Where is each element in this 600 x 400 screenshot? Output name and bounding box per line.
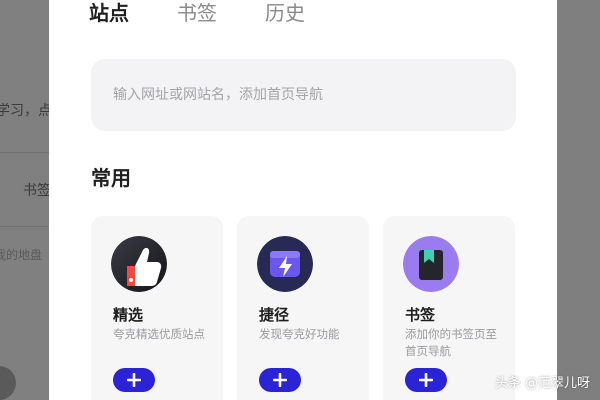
card-description: 夸克精选优质站点 <box>113 327 205 341</box>
plus-icon <box>273 373 287 387</box>
plus-icon <box>419 373 433 387</box>
background-text: 学习，点 <box>0 103 52 119</box>
add-bookmark-button[interactable] <box>405 368 447 392</box>
add-navigation-sheet: 站点 书签 历史 常用 精选 夸克精选优质站点 <box>49 0 557 400</box>
thumbs-up-icon <box>111 236 167 292</box>
watermark: 头条 @范翠儿呀 <box>494 376 590 391</box>
url-search-input[interactable] <box>91 59 516 131</box>
background-divider <box>0 226 49 227</box>
lightning-icon <box>257 236 313 292</box>
card-shortcuts[interactable]: 捷径 发现夸克好功能 <box>237 216 369 400</box>
section-title: 常用 <box>91 166 131 190</box>
plus-icon <box>127 373 141 387</box>
bookmark-icon <box>403 236 459 292</box>
tab-bar: 站点 书签 历史 <box>89 0 353 30</box>
tab-bookmarks[interactable]: 书签 <box>177 0 217 30</box>
add-featured-button[interactable] <box>113 368 155 392</box>
card-featured[interactable]: 精选 夸克精选优质站点 <box>91 216 223 400</box>
background-text: 书签 <box>23 183 51 199</box>
card-title: 精选 <box>113 306 144 324</box>
card-description: 发现夸克好功能 <box>259 327 340 341</box>
background-divider <box>0 152 49 153</box>
tab-sites[interactable]: 站点 <box>89 0 129 30</box>
card-description: 添加你的书签页至首页导航 <box>405 327 497 358</box>
card-title: 书签 <box>405 306 436 324</box>
tab-history[interactable]: 历史 <box>265 0 305 30</box>
background-avatar <box>0 366 16 400</box>
background-text: 我的地盘 <box>0 248 43 262</box>
card-title: 捷径 <box>259 306 290 324</box>
add-shortcut-button[interactable] <box>259 368 301 392</box>
background-right <box>557 0 600 400</box>
